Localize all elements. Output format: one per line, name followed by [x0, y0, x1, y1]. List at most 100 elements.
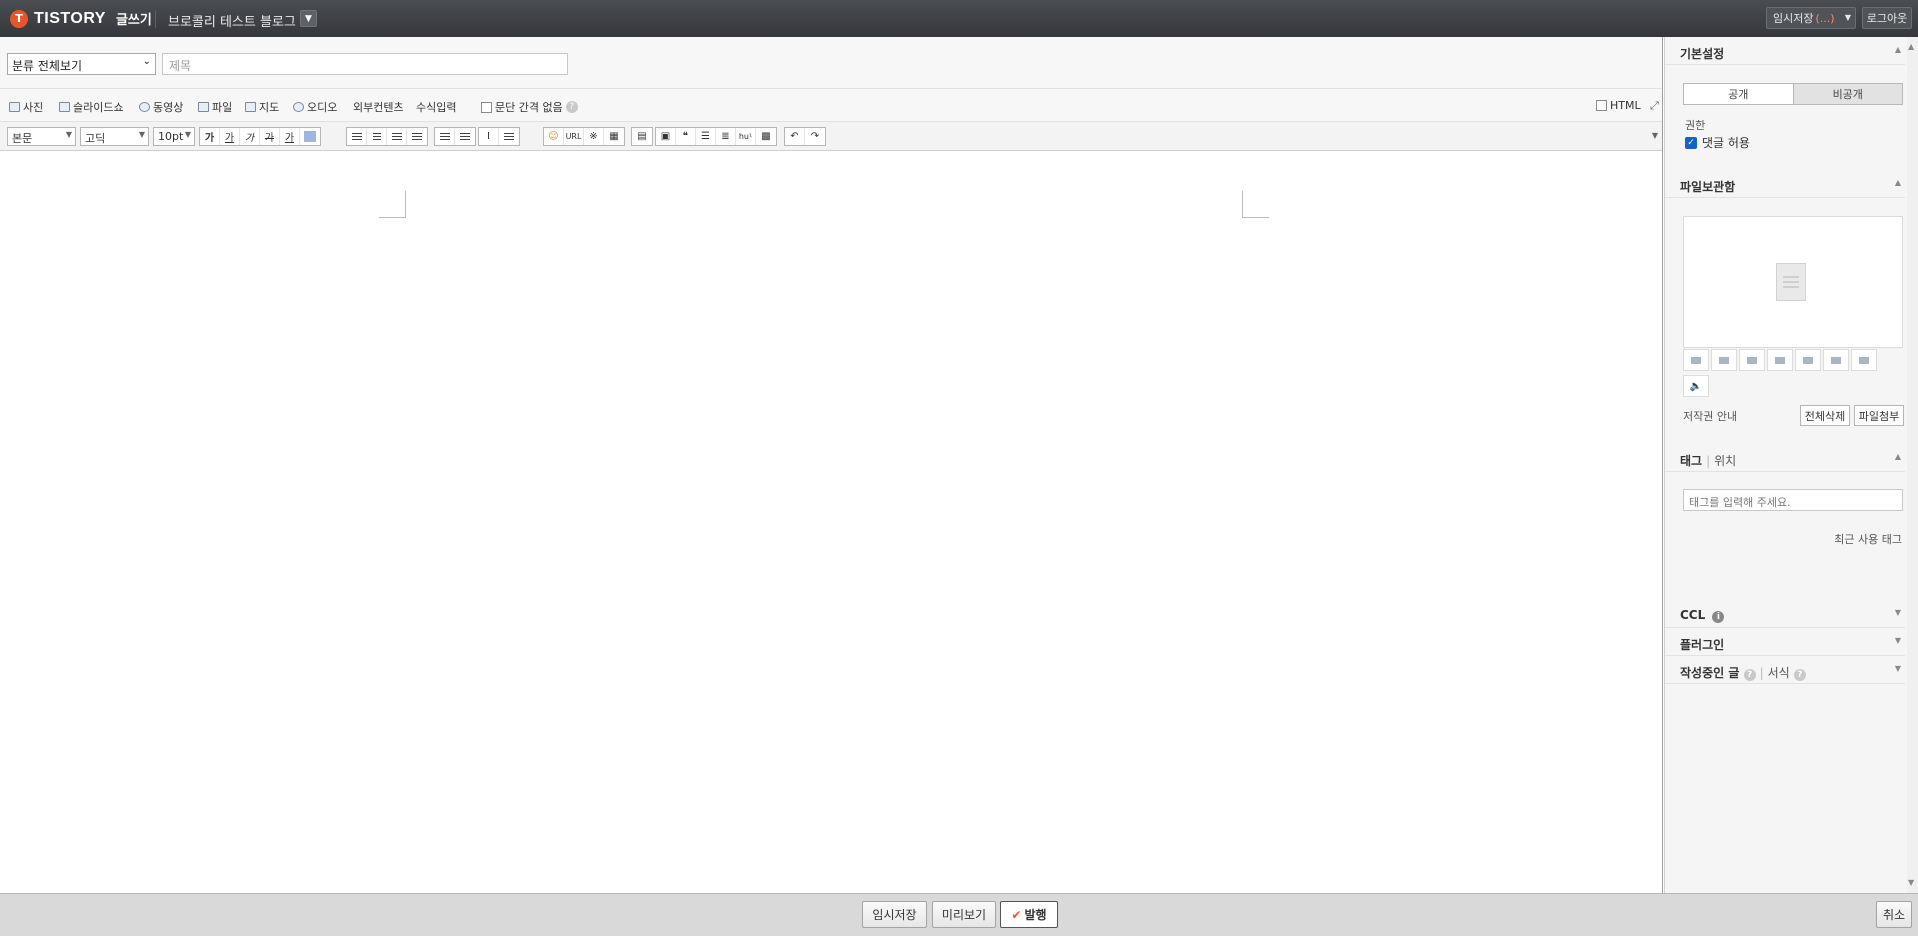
emoticon-button[interactable]: ☺ — [544, 128, 564, 145]
template-tab[interactable]: 서식 — [1768, 666, 1790, 680]
align-right-image-button[interactable] — [1739, 349, 1765, 371]
tag-input[interactable]: 태그를 입력해 주세요. — [1683, 489, 1903, 511]
link-button[interactable]: URL — [564, 128, 584, 145]
font-select[interactable]: 고딕 ▼ — [80, 127, 149, 146]
paragraph-spacing-checkbox[interactable] — [481, 101, 492, 113]
insert-formula-button[interactable]: 수식입력 — [416, 99, 456, 115]
toolbar-expand-icon[interactable]: ▼ — [1652, 131, 1658, 140]
italic-button[interactable]: 가 — [240, 128, 260, 145]
delete-all-button[interactable]: 전체삭제 — [1800, 405, 1850, 426]
list-button[interactable] — [499, 128, 519, 145]
copyright-info-link[interactable]: 저작권 안내 — [1683, 408, 1737, 424]
code-button[interactable]: ▩ — [756, 128, 776, 145]
two-image-button[interactable] — [1795, 349, 1821, 371]
line-height-button[interactable]: Ⅰ — [479, 128, 499, 145]
file-storage-header[interactable]: 파일보관함 ▲ — [1665, 170, 1905, 198]
align-center-button[interactable] — [367, 128, 387, 145]
tistory-logo[interactable]: T TISTORY 글쓰기 — [10, 9, 152, 28]
location-tab[interactable]: 위치 — [1714, 454, 1736, 468]
help-icon[interactable]: ? — [1793, 669, 1806, 681]
underline-button[interactable]: 가 — [220, 128, 240, 145]
insert-file-button[interactable]: 파일 — [198, 99, 232, 115]
insert-map-button[interactable]: 지도 — [245, 99, 279, 115]
file-list-box[interactable] — [1683, 216, 1903, 348]
gallery-button[interactable] — [1851, 349, 1877, 371]
logout-button[interactable]: 로그아웃 — [1862, 7, 1912, 29]
plugin-header[interactable]: 플러그인 ▼ — [1665, 628, 1905, 656]
strikethrough-button[interactable]: 가 — [260, 128, 280, 145]
table-button[interactable]: ▦ — [604, 128, 624, 145]
bold-button[interactable]: 가 — [200, 128, 220, 145]
collapse-icon[interactable]: ▲ — [1895, 178, 1901, 187]
fullscreen-icon[interactable]: ⤢ — [1650, 99, 1659, 113]
more-button[interactable]: ▣ — [656, 128, 676, 145]
indent-button[interactable] — [435, 128, 455, 145]
paragraph-style-select[interactable]: 본문 ▼ — [7, 127, 76, 146]
sound-button[interactable]: 🔈 — [1683, 375, 1709, 397]
text-color-button[interactable]: 가 — [280, 128, 300, 145]
info-icon[interactable]: i — [1712, 611, 1725, 623]
html-mode-checkbox[interactable] — [1596, 100, 1607, 111]
insert-audio-button[interactable]: 오디오 — [293, 99, 337, 115]
expand-icon[interactable]: ▼ — [1895, 608, 1901, 617]
highlight-color-button[interactable] — [300, 128, 320, 145]
html-mode-toggle[interactable]: HTML — [1596, 99, 1641, 112]
preview-button[interactable]: 미리보기 — [932, 901, 996, 928]
scroll-down-icon[interactable]: ▼ — [1908, 878, 1914, 887]
font-size-select[interactable]: 10pt ▼ — [153, 127, 195, 146]
recent-tags-link[interactable]: 최근 사용 태그 — [1834, 531, 1902, 547]
special-char-button[interactable]: ※ — [584, 128, 604, 145]
line-button[interactable]: ≣ — [716, 128, 736, 145]
hanja-button[interactable]: hu¹ — [736, 128, 756, 145]
collapse-icon[interactable]: ▲ — [1895, 45, 1901, 54]
help-icon[interactable]: ? — [1743, 669, 1756, 681]
align-left-button[interactable] — [347, 128, 367, 145]
category-select[interactable]: 분류 전체보기 ⌄ — [7, 53, 156, 75]
undo-button[interactable]: ↶ — [785, 128, 805, 145]
expand-icon[interactable]: ▼ — [1895, 664, 1901, 673]
insert-external-button[interactable]: 외부컨텐츠 — [353, 99, 404, 115]
quote-button[interactable]: ❝ — [676, 128, 696, 145]
align-right-button[interactable] — [387, 128, 407, 145]
drafts-tab[interactable]: 작성중인 글 — [1680, 666, 1739, 680]
float-image-button[interactable] — [1767, 349, 1793, 371]
three-image-button[interactable] — [1823, 349, 1849, 371]
sidebar-scrollbar[interactable] — [1907, 37, 1918, 893]
publish-button[interactable]: ✔ 발행 — [1000, 901, 1058, 928]
outdent-button[interactable] — [455, 128, 475, 145]
allow-comments-checkbox[interactable]: ✓ — [1685, 136, 1697, 149]
align-center-image-button[interactable] — [1711, 349, 1737, 371]
paragraph-spacing-label: 문단 간격 없음 — [495, 101, 563, 114]
tag-header[interactable]: 태그 | 위치 ▲ — [1665, 444, 1905, 472]
align-justify-button[interactable] — [407, 128, 427, 145]
line-height-icon: Ⅰ — [487, 131, 490, 142]
help-icon[interactable]: ? — [565, 101, 578, 113]
drafts-header[interactable]: 작성중인 글 ? | 서식 ? ▼ — [1665, 656, 1905, 684]
temp-save-dropdown[interactable]: 임시저장 (...) ▼ — [1766, 7, 1856, 29]
tag-tab[interactable]: 태그 — [1680, 454, 1702, 468]
paragraph-style-value: 본문 — [12, 132, 33, 145]
temp-save-button[interactable]: 임시저장 — [862, 901, 927, 928]
blog-name[interactable]: 브로콜리 테스트 블로그 — [168, 11, 296, 30]
attach-file-button[interactable]: 파일첨부 — [1854, 405, 1904, 426]
redo-button[interactable]: ↷ — [805, 128, 825, 145]
ccl-header[interactable]: CCL i ▼ — [1665, 600, 1905, 628]
align-left-image-button[interactable] — [1683, 349, 1709, 371]
paragraph-spacing-toggle[interactable]: 문단 간격 없음? — [481, 99, 578, 115]
format-toolbar: 본문 ▼ 고딕 ▼ 10pt ▼ 가 가 가 가 가 Ⅰ ☺ URL ※ ▦ ▤… — [0, 122, 1662, 151]
title-input[interactable]: 제목 — [162, 53, 568, 75]
collapse-icon[interactable]: ▲ — [1895, 452, 1901, 461]
divider-button[interactable]: ☰ — [696, 128, 716, 145]
cancel-button[interactable]: 취소 — [1876, 901, 1912, 928]
blog-dropdown-button[interactable]: ▼ — [300, 10, 317, 27]
public-option[interactable]: 공개 — [1684, 84, 1793, 104]
insert-slideshow-button[interactable]: 슬라이드쇼 — [59, 99, 124, 115]
basic-settings-header[interactable]: 기본설정 ▲ — [1665, 37, 1905, 65]
allow-comments-toggle[interactable]: ✓ 댓글 허용 — [1685, 134, 1750, 151]
box-button[interactable]: ▤ — [632, 128, 652, 145]
scroll-up-icon[interactable]: ▲ — [1908, 42, 1914, 51]
insert-photo-button[interactable]: 사진 — [9, 99, 43, 115]
private-option[interactable]: 비공개 — [1792, 84, 1902, 104]
insert-video-button[interactable]: 동영상 — [139, 99, 183, 115]
expand-icon[interactable]: ▼ — [1895, 636, 1901, 645]
